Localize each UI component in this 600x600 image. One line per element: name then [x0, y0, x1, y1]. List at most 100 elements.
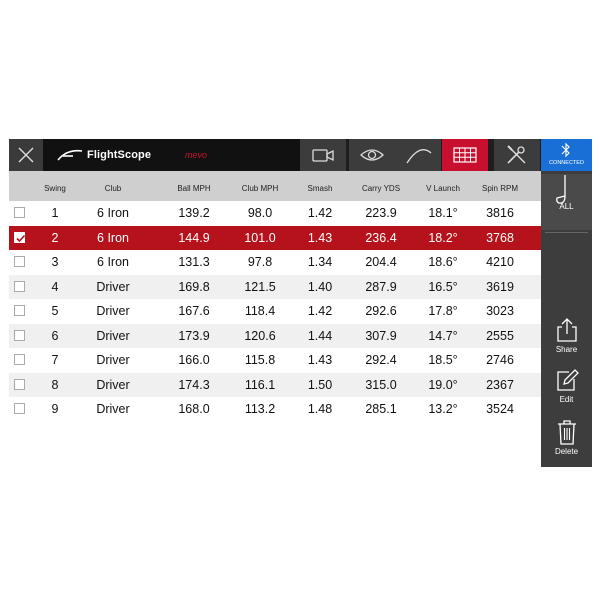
- cell-swing: 3: [51, 255, 59, 269]
- table-row[interactable]: 7 Driver 166.0 115.8 1.43 292.4 18.5° 2746: [9, 348, 541, 372]
- connection-status-label: CONNECTED: [549, 160, 584, 166]
- trajectory-tab[interactable]: [395, 139, 441, 171]
- row-checkbox[interactable]: [14, 231, 26, 243]
- cell-carry-yds: 287.9: [365, 279, 397, 294]
- video-camera-icon: [312, 149, 334, 162]
- cell-swing: 9: [51, 402, 59, 416]
- cell-smash: 1.34: [307, 255, 333, 269]
- row-checkbox[interactable]: [14, 305, 25, 316]
- cell-smash: 1.43: [307, 230, 333, 245]
- cell-swing: 2: [51, 230, 59, 245]
- cell-swing: 1: [51, 206, 59, 220]
- cell-carry-yds: 223.9: [365, 206, 397, 220]
- column-header-club[interactable]: Club: [83, 184, 143, 193]
- column-header-v-launch[interactable]: V Launch: [419, 184, 467, 193]
- table-tab[interactable]: [442, 139, 488, 171]
- cell-club-mph: 115.8: [244, 353, 276, 367]
- delete-button[interactable]: Delete: [541, 419, 592, 463]
- checkmark-icon: [16, 234, 26, 242]
- column-header-swing[interactable]: Swing: [35, 184, 75, 193]
- cell-v-launch: 17.8°: [428, 304, 458, 318]
- cell-club: Driver: [96, 304, 130, 318]
- row-checkbox[interactable]: [14, 403, 25, 414]
- sidebar-divider: [545, 232, 588, 233]
- cell-smash: 1.44: [307, 328, 333, 343]
- cell-carry-yds: 307.9: [365, 328, 397, 343]
- row-checkbox[interactable]: [14, 280, 25, 292]
- close-button[interactable]: [9, 139, 43, 171]
- cell-spin-rpm: 2555: [486, 328, 514, 343]
- club-filter-label: ALL: [559, 202, 574, 211]
- cell-spin-rpm: 3816: [486, 206, 514, 220]
- column-header-carry-yds[interactable]: Carry YDS: [355, 184, 407, 193]
- cell-ball-mph: 169.8: [178, 279, 210, 294]
- cell-spin-rpm: 2746: [486, 353, 514, 367]
- close-icon: [18, 147, 34, 163]
- brand-name: FlightScope: [87, 149, 152, 161]
- cell-smash: 1.42: [307, 206, 333, 220]
- column-header-club-mph[interactable]: Club MPH: [235, 184, 285, 193]
- column-header-spin-rpm[interactable]: Spin RPM: [471, 184, 529, 193]
- table-row[interactable]: 1 6 Iron 139.2 98.0 1.42 223.9 18.1° 3816: [9, 201, 541, 225]
- cell-club-mph: 121.5: [244, 279, 276, 294]
- cell-swing: 6: [51, 328, 59, 343]
- cell-carry-yds: 292.4: [365, 353, 397, 367]
- cell-club-mph: 101.0: [244, 230, 276, 245]
- cell-swing: 7: [51, 353, 59, 367]
- right-sidebar: CONNECTED ALL Share Edit Delete: [541, 139, 592, 467]
- video-tab[interactable]: [300, 139, 346, 171]
- top-toolbar: FlightScope mevo: [9, 139, 541, 171]
- table-row[interactable]: 8 Driver 174.3 116.1 1.50 315.0 19.0° 2367: [9, 372, 541, 397]
- cell-spin-rpm: 3524: [486, 402, 514, 416]
- table-row[interactable]: 2 6 Iron 144.9 101.0 1.43 236.4 18.2° 3768: [9, 225, 541, 250]
- trash-icon: [558, 420, 576, 445]
- table-row[interactable]: 4 Driver 169.8 121.5 1.40 287.9 16.5° 3619: [9, 274, 541, 299]
- row-checkbox[interactable]: [14, 256, 25, 267]
- bluetooth-status[interactable]: CONNECTED: [541, 139, 592, 171]
- row-checkbox[interactable]: [14, 378, 25, 390]
- cell-carry-yds: 236.4: [365, 230, 397, 245]
- cell-club: Driver: [96, 353, 130, 367]
- cell-club-mph: 113.2: [244, 402, 276, 416]
- cell-club: 6 Iron: [97, 255, 129, 269]
- row-checkbox[interactable]: [14, 207, 25, 218]
- brand-product: mevo: [185, 150, 208, 160]
- cell-swing: 5: [51, 304, 59, 318]
- cell-ball-mph: 174.3: [178, 377, 210, 392]
- column-header-ball-mph[interactable]: Ball MPH: [169, 184, 219, 193]
- cell-smash: 1.42: [307, 304, 333, 318]
- row-checkbox[interactable]: [14, 329, 25, 341]
- view-tab[interactable]: [349, 139, 395, 171]
- cell-ball-mph: 168.0: [178, 402, 210, 416]
- cell-v-launch: 18.2°: [428, 230, 458, 245]
- settings-tab[interactable]: [494, 139, 540, 171]
- bluetooth-icon: [561, 142, 570, 158]
- edit-button[interactable]: Edit: [541, 367, 592, 409]
- table-row[interactable]: 3 6 Iron 131.3 97.8 1.34 204.4 18.6° 4210: [9, 250, 541, 274]
- cell-v-launch: 19.0°: [428, 377, 458, 392]
- cell-club-mph: 120.6: [244, 328, 276, 343]
- table-row[interactable]: 5 Driver 167.6 118.4 1.42 292.6 17.8° 3023: [9, 299, 541, 323]
- cell-club-mph: 97.8: [247, 255, 273, 269]
- column-header-smash[interactable]: Smash: [299, 184, 341, 193]
- cell-club: Driver: [96, 328, 130, 343]
- cell-spin-rpm: 4210: [486, 255, 514, 269]
- cell-ball-mph: 167.6: [178, 304, 210, 318]
- cell-ball-mph: 131.3: [178, 255, 210, 269]
- cell-carry-yds: 315.0: [365, 377, 397, 392]
- club-filter-all[interactable]: ALL: [541, 174, 592, 230]
- edit-icon: [557, 369, 579, 391]
- cell-club: 6 Iron: [97, 230, 129, 245]
- eye-icon: [360, 149, 384, 161]
- table-row[interactable]: 9 Driver 168.0 113.2 1.48 285.1 13.2° 3524: [9, 397, 541, 421]
- cell-smash: 1.40: [307, 279, 333, 294]
- row-checkbox[interactable]: [14, 354, 25, 365]
- tools-icon: [507, 145, 526, 164]
- cell-ball-mph: 144.9: [178, 230, 210, 245]
- flightscope-logo-icon: [57, 149, 83, 161]
- table-row[interactable]: 6 Driver 173.9 120.6 1.44 307.9 14.7° 2555: [9, 323, 541, 348]
- cell-club: Driver: [96, 402, 130, 416]
- cell-v-launch: 18.6°: [428, 255, 458, 269]
- share-button[interactable]: Share: [541, 317, 592, 359]
- cell-club-mph: 116.1: [244, 377, 276, 392]
